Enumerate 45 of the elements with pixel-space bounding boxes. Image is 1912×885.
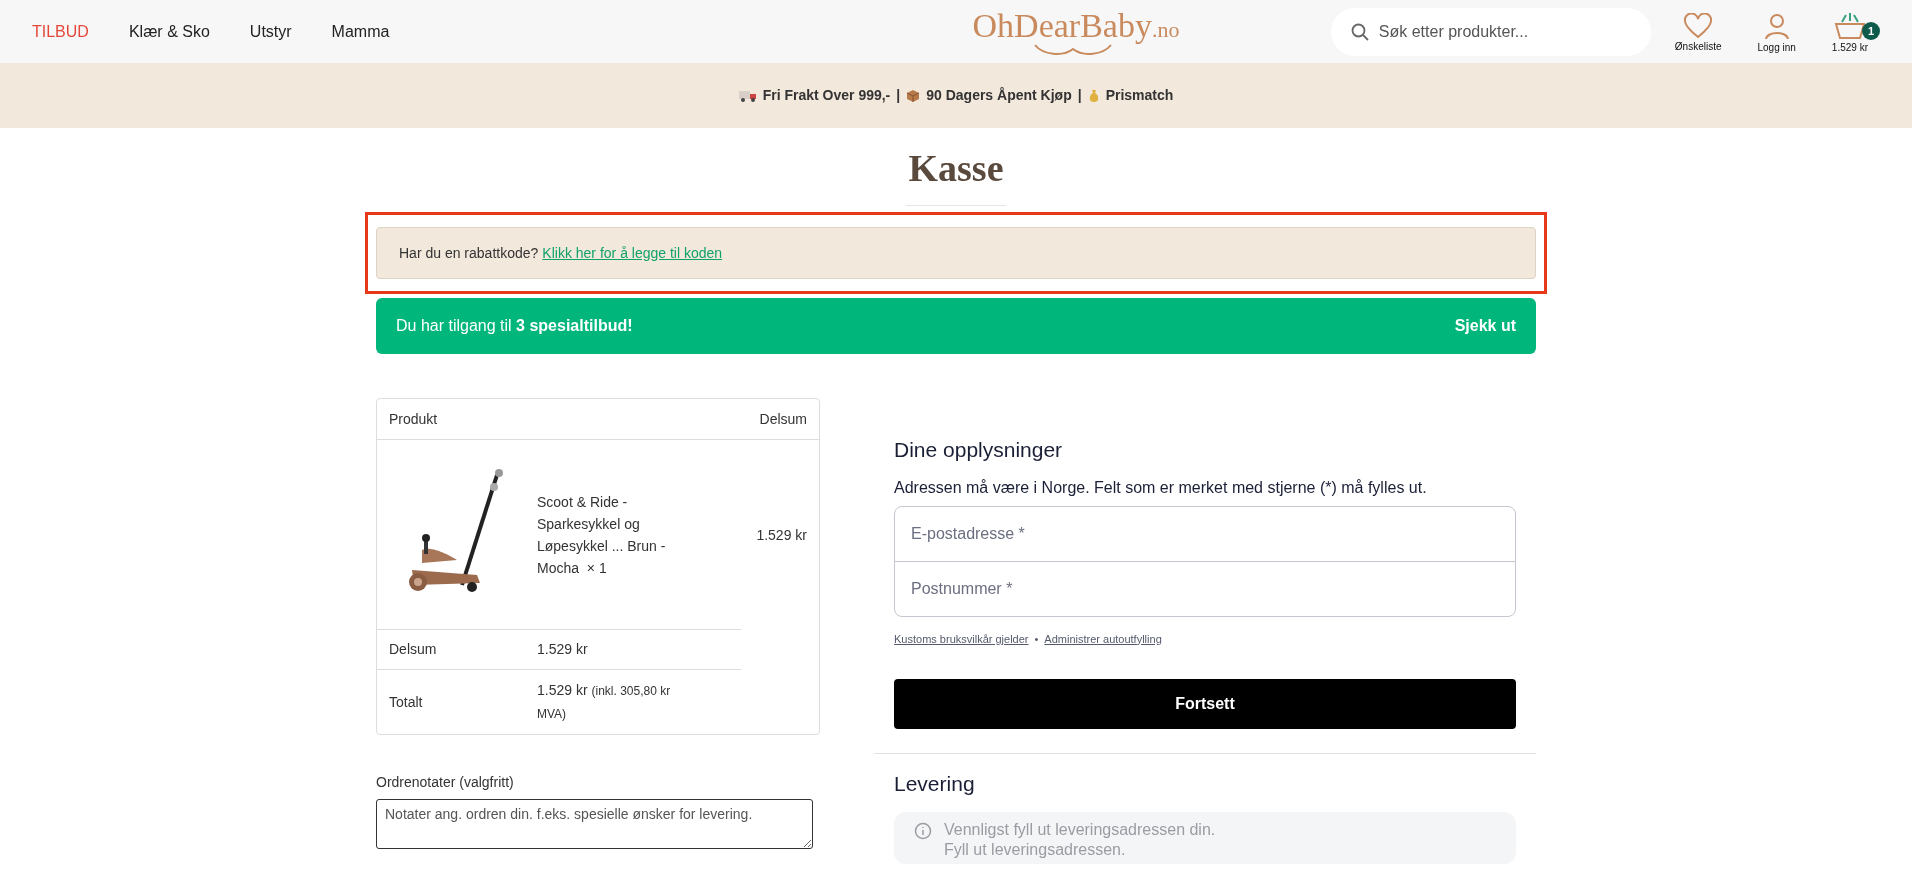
separator-text: • <box>1034 631 1039 647</box>
user-icon <box>1762 12 1791 40</box>
subtotal-value: 1.529 kr <box>537 640 588 659</box>
row-label: Delsum <box>388 640 438 659</box>
cart-button[interactable]: 1.529 kr 1 <box>1827 8 1880 55</box>
offer-text: Du har tilgang til 3 spesialtilbud! <box>396 316 633 336</box>
truck-icon <box>738 89 757 102</box>
login-button[interactable]: Logg inn <box>1753 8 1808 55</box>
promo-text: Fri Frakt Over 999,- <box>762 86 891 105</box>
promo-text: Prismatch <box>1105 86 1174 105</box>
section-heading: Levering <box>894 771 976 797</box>
column-header: Produkt <box>389 409 438 429</box>
autofill-link[interactable]: Administrer autoutfylling <box>1044 630 1162 647</box>
section-heading: Dine opplysninger <box>894 437 1064 463</box>
product-name: Scoot & Ride - Sparkesykkel og Løpesykkel ... Brun - Mocha × 1 <box>537 492 667 578</box>
column-header: Delsum <box>759 409 807 429</box>
continue-button[interactable]: Fortsett <box>894 679 1516 729</box>
coupon-text: Har du en rabattkode? <box>399 243 539 263</box>
page-title: Kasse <box>908 146 1004 191</box>
nav-link[interactable]: Klær & Sko <box>128 19 210 44</box>
intro-text: Adressen må være i Norge. Felt som er merket med stjerne (*) må fylles ut. <box>894 477 1428 498</box>
wishlist-button[interactable]: Ønskeliste <box>1670 9 1734 54</box>
nav-link[interactable]: TILBUD <box>32 19 89 44</box>
promo-text: 90 Dagers Åpent Kjøp <box>926 86 1072 105</box>
search-field[interactable]: Søk etter produkter... <box>1330 7 1651 56</box>
search-icon <box>1350 22 1369 41</box>
info-icon <box>914 821 932 840</box>
text-field[interactable]: Postnummer * <box>894 560 1516 617</box>
package-icon <box>906 88 921 103</box>
row-label: Totalt <box>388 692 424 712</box>
info-text: Vennligst fyll ut leveringsadressen din. <box>944 819 1216 840</box>
nav-link[interactable]: Mamma <box>331 19 390 44</box>
separator-text: | <box>1077 86 1082 105</box>
terms-link[interactable]: Kustoms bruksvilkår gjelder <box>894 630 1029 647</box>
separator-text: | <box>896 86 901 105</box>
money-bag-icon <box>1087 88 1100 103</box>
text-field[interactable]: E-postadresse * <box>894 505 1516 562</box>
order-notes-field[interactable]: Notater ang. ordren din. f.eks. spesielle ønsker for levering. <box>376 799 813 849</box>
nav-link[interactable]: Utstyr <box>249 19 292 44</box>
total-value: 1.529 kr (inkl. 305,80 kr MVA) <box>537 681 672 723</box>
line-price: 1.529 kr <box>756 525 807 545</box>
field-label: Ordrenotater (valgfritt) <box>376 773 515 792</box>
cart-count-badge: 1 <box>1862 22 1880 40</box>
info-text: Fyll ut leveringsadressen. <box>944 839 1127 860</box>
heart-icon <box>1683 13 1714 39</box>
